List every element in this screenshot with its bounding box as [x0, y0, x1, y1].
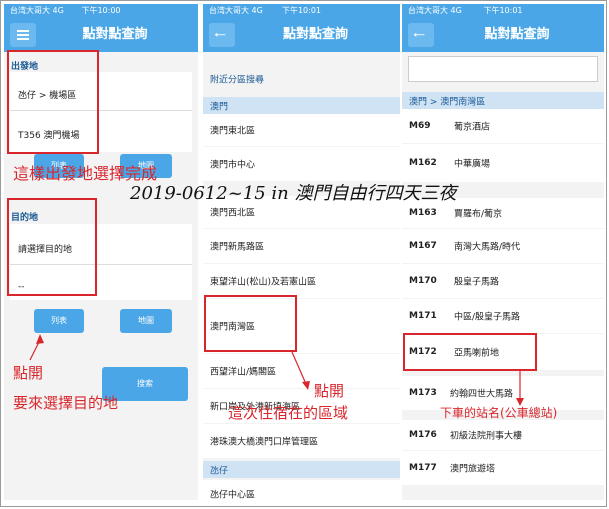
breadcrumb: 澳門 > 澳門南灣區 — [402, 92, 604, 109]
district-highlight-box — [204, 295, 297, 352]
stop-highlight-box — [403, 333, 537, 371]
screen-district-list: 台湾大哥大 4G 下午10:01 🠀 點對點查詢 附近分區搜尋 澳門 澳門東北區… — [203, 4, 400, 500]
nearby-search-link[interactable]: 附近分區搜尋 — [203, 66, 400, 92]
district-item[interactable]: 東望洋山(松山)及若憲山區 — [203, 264, 400, 298]
status-bar: 台湾大哥大 4G 下午10:00 — [4, 4, 198, 18]
route-row[interactable]: M170 殷皇子馬路 — [402, 264, 604, 298]
category-header: 澳門 — [203, 97, 400, 114]
clock: 下午10:01 — [281, 6, 322, 15]
district-item[interactable]: 澳門市中心 — [203, 147, 400, 181]
stop-name-note: 下車的站名(公車總站) — [440, 406, 558, 420]
route-row[interactable]: M167 南灣大馬路/時代 — [402, 229, 604, 263]
title-banner: 2019-0612~15 in 澳門自由行四天三夜 — [130, 183, 457, 204]
page-title: 點對點查詢 — [484, 27, 550, 42]
district-item[interactable]: 西望洋山/媽閣區 — [203, 354, 400, 388]
clock: 下午10:00 — [81, 6, 121, 15]
nav-bar: 點對點查詢 — [4, 18, 198, 52]
tap-note: 點開 — [13, 364, 44, 382]
destination-list-button[interactable]: 列表 — [34, 309, 84, 333]
destination-map-button[interactable]: 地圖 — [120, 309, 172, 333]
route-row[interactable]: M162 中華廣場 — [402, 144, 604, 182]
route-row[interactable]: M176 初級法院刑事大樓 — [402, 420, 604, 450]
route-row[interactable]: M177 澳門旅遊塔 — [402, 451, 604, 485]
search-input[interactable] — [408, 56, 598, 82]
district-item[interactable]: 氹仔中心區 — [203, 480, 400, 500]
district-item[interactable]: 澳門東北區 — [203, 114, 400, 146]
nav-bar: 🠀 點對點查詢 — [203, 18, 400, 52]
screen-stop-list: 台湾大哥大 4G 下午10:01 🠀 點對點查詢 澳門 > 澳門南灣區 M69 葡… — [402, 4, 604, 500]
route-row[interactable]: M69 葡京酒店 — [402, 109, 604, 143]
origin-highlight-box — [7, 50, 99, 154]
district-note: 這次住宿在的區域 — [228, 404, 349, 422]
page-title: 點對點查詢 — [82, 27, 148, 42]
district-item[interactable]: 港珠澳大橋澳門口岸管理區 — [203, 424, 400, 458]
route-row[interactable]: M171 中區/殷皇子馬路 — [402, 299, 604, 333]
page-title: 點對點查詢 — [282, 27, 348, 42]
nav-bar: 🠀 點對點查詢 — [402, 18, 604, 52]
district-item[interactable]: 澳門新馬路區 — [203, 229, 400, 263]
clock: 下午10:01 — [483, 6, 523, 15]
choose-destination-note: 要來選擇目的地 — [13, 394, 119, 412]
category-header: 氹仔 — [203, 461, 400, 478]
status-bar: 台湾大哥大 4G 下午10:01 — [203, 4, 400, 18]
status-bar: 台湾大哥大 4G 下午10:01 — [402, 4, 604, 18]
tap-note-2: 點開 — [314, 382, 345, 400]
destination-highlight-box — [7, 198, 97, 296]
